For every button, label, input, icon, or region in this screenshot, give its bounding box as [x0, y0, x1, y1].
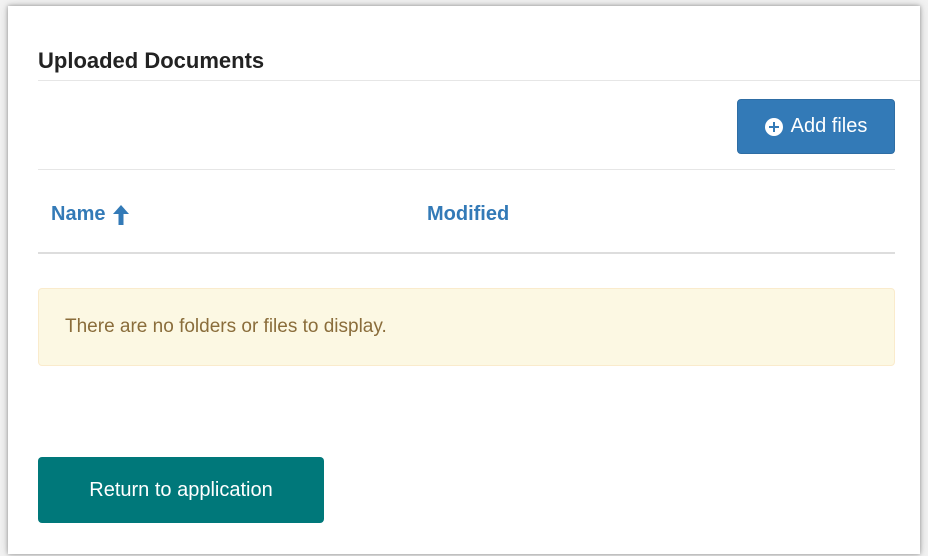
- column-header-modified[interactable]: Modified: [427, 203, 509, 226]
- add-files-label: Add files: [790, 115, 868, 137]
- section-title: Uploaded Documents: [38, 48, 265, 73]
- arrow-up-icon: [113, 204, 130, 225]
- column-header-modified-label: Modified: [427, 203, 510, 225]
- return-button-label: Return to application: [89, 478, 273, 501]
- uploaded-documents-panel: Uploaded Documents Add files Name Modifi…: [8, 6, 920, 554]
- add-files-button[interactable]: Add files: [737, 99, 895, 154]
- column-header-name[interactable]: Name: [51, 203, 130, 226]
- empty-state-message: There are no folders or files to display…: [65, 316, 387, 337]
- return-to-application-button[interactable]: Return to application: [38, 457, 324, 523]
- table-header-divider: [38, 252, 895, 254]
- title-divider: [38, 80, 920, 81]
- empty-state-alert: There are no folders or files to display…: [38, 288, 895, 366]
- toolbar-divider: [38, 169, 895, 170]
- plus-circle-icon: [764, 117, 783, 136]
- column-header-name-label: Name: [51, 203, 106, 225]
